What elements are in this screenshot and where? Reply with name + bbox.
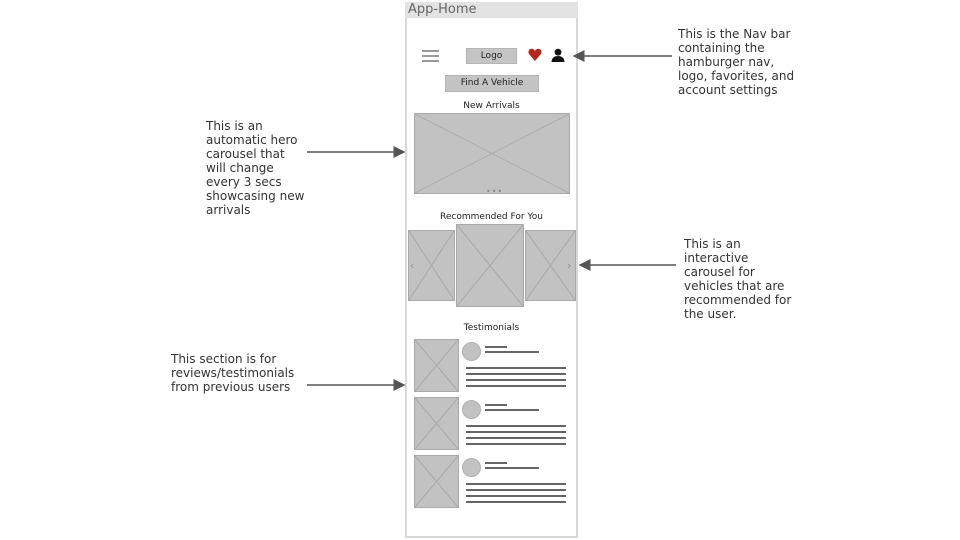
hero-annotation: This is an automatic hero carousel that …: [206, 119, 305, 217]
testimonials-title: Testimonials: [463, 323, 520, 333]
text-line: [466, 385, 566, 387]
user-icon[interactable]: [551, 48, 565, 62]
name-line: [485, 346, 507, 348]
text-line: [466, 373, 566, 375]
avatar: [462, 342, 481, 361]
testimonial-image: [414, 397, 459, 450]
testimonials-annotation: This section is for reviews/testimonials…: [171, 352, 295, 394]
find-vehicle-button[interactable]: Find A Vehicle: [445, 75, 539, 92]
text-line: [466, 489, 566, 491]
text-line: [466, 495, 566, 497]
text-line: [466, 431, 566, 433]
chevron-left-icon[interactable]: ‹: [410, 259, 414, 272]
testimonial-image: [414, 455, 459, 508]
text-line: [466, 425, 566, 427]
name-line: [485, 462, 507, 464]
chevron-right-icon[interactable]: ›: [567, 259, 571, 272]
subtitle-line: [485, 467, 539, 469]
recommended-title: Recommended For You: [440, 212, 543, 222]
new-arrivals-title: New Arrivals: [463, 101, 520, 111]
hamburger-icon[interactable]: [422, 50, 439, 62]
text-line: [466, 379, 566, 381]
text-line: [466, 483, 566, 485]
hero-carousel-image[interactable]: [414, 113, 570, 194]
subtitle-line: [485, 351, 539, 353]
frame-title: App-Home: [405, 2, 578, 18]
avatar: [462, 458, 481, 477]
subtitle-line: [485, 409, 539, 411]
recommended-card-left[interactable]: [408, 230, 455, 301]
text-line: [466, 501, 566, 503]
logo[interactable]: Logo: [466, 48, 517, 64]
name-line: [485, 404, 507, 406]
text-line: [466, 437, 566, 439]
nav-annotation: This is the Nav bar containing the hambu…: [678, 27, 795, 97]
text-line: [466, 367, 566, 369]
carousel-indicator[interactable]: •••: [486, 187, 503, 196]
heart-icon[interactable]: [528, 48, 542, 62]
recommended-card-center[interactable]: [456, 224, 524, 307]
recommended-annotation: This is an interactive carousel for vehi…: [684, 237, 792, 321]
avatar: [462, 400, 481, 419]
text-line: [466, 443, 566, 445]
testimonial-image: [414, 339, 459, 392]
